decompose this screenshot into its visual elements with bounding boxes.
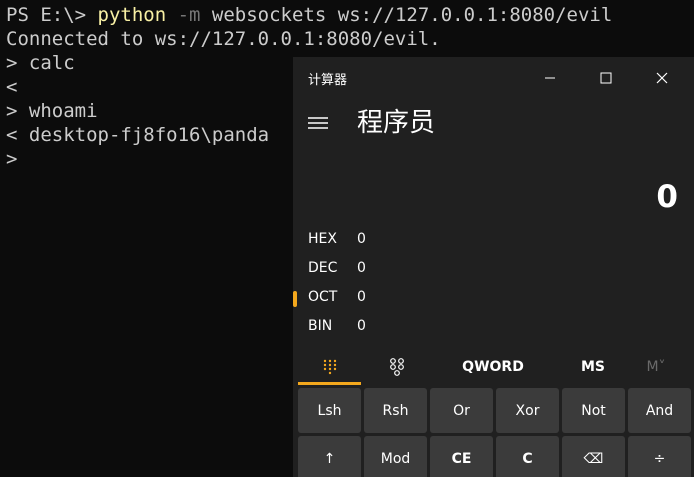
or-key[interactable]: Or bbox=[430, 388, 493, 433]
terminal-line-2: Connected to ws://127.0.0.1:8080/evil. bbox=[6, 28, 441, 50]
minimize-icon bbox=[545, 77, 555, 79]
divide-key[interactable]: ÷ bbox=[628, 436, 691, 477]
radix-value: 0 bbox=[357, 289, 366, 305]
minimize-button[interactable] bbox=[522, 57, 578, 99]
radix-value: 0 bbox=[357, 260, 366, 276]
terminal-command: python bbox=[97, 4, 167, 26]
radix-name: OCT bbox=[308, 289, 338, 305]
window-title: 计算器 bbox=[308, 73, 348, 88]
word-size-button[interactable]: QWORD bbox=[448, 349, 538, 385]
lsh-key[interactable]: Lsh bbox=[298, 388, 361, 433]
bit-toggling-keypad-tab[interactable] bbox=[365, 349, 428, 385]
shift-up-key[interactable]: ↑ bbox=[298, 436, 361, 477]
full-keypad-tab[interactable] bbox=[298, 349, 361, 385]
memory-store-button[interactable]: MS bbox=[563, 349, 623, 385]
programmer-toolbar: QWORD MS M˅ bbox=[293, 349, 694, 385]
clear-entry-key[interactable]: CE bbox=[430, 436, 493, 477]
radix-row-bin[interactable]: BIN 0 bbox=[293, 314, 694, 343]
radix-name: HEX bbox=[308, 231, 337, 247]
navigation-menu-button[interactable] bbox=[300, 105, 336, 141]
result-display: 0 bbox=[656, 179, 678, 215]
radix-name: DEC bbox=[308, 260, 338, 276]
calculator-window: 计算器 程序员 0 HEX 0 DEC 0 OCT 0 BIN 0 QWORD … bbox=[293, 57, 694, 477]
xor-key[interactable]: Xor bbox=[496, 388, 559, 433]
terminal-flag: -m bbox=[166, 4, 201, 26]
close-icon bbox=[656, 72, 668, 84]
radix-list: HEX 0 DEC 0 OCT 0 BIN 0 bbox=[293, 227, 694, 343]
and-key[interactable]: And bbox=[628, 388, 691, 433]
radix-row-dec[interactable]: DEC 0 bbox=[293, 256, 694, 285]
active-tab-underline bbox=[298, 382, 361, 385]
keypad-icon bbox=[323, 359, 336, 375]
radix-selected-marker bbox=[293, 291, 297, 307]
terminal-prompt: PS E:\> bbox=[6, 4, 98, 26]
maximize-icon bbox=[600, 72, 612, 84]
clear-key[interactable]: C bbox=[496, 436, 559, 477]
bit-toggle-icon bbox=[389, 358, 404, 376]
hamburger-icon bbox=[308, 117, 328, 129]
rsh-key[interactable]: Rsh bbox=[364, 388, 427, 433]
desktop: PS E:\> python -m websockets ws://127.0.… bbox=[0, 0, 694, 477]
terminal-line-1: PS E:\> python -m websockets ws://127.0.… bbox=[6, 3, 694, 27]
radix-value: 0 bbox=[357, 231, 366, 247]
mode-title: 程序员 bbox=[357, 108, 436, 138]
terminal-args: websockets ws://127.0.0.1:8080/evil bbox=[200, 4, 613, 26]
radix-row-hex[interactable]: HEX 0 bbox=[293, 227, 694, 256]
memory-view-button[interactable]: M˅ bbox=[631, 349, 681, 385]
radix-name: BIN bbox=[308, 318, 333, 334]
maximize-button[interactable] bbox=[578, 57, 634, 99]
radix-value: 0 bbox=[357, 318, 366, 334]
close-button[interactable] bbox=[634, 57, 690, 99]
mod-key[interactable]: Mod bbox=[364, 436, 427, 477]
backspace-key[interactable]: ⌫ bbox=[562, 436, 625, 477]
calculator-titlebar[interactable]: 计算器 bbox=[293, 57, 694, 99]
not-key[interactable]: Not bbox=[562, 388, 625, 433]
radix-row-oct[interactable]: OCT 0 bbox=[293, 285, 694, 314]
